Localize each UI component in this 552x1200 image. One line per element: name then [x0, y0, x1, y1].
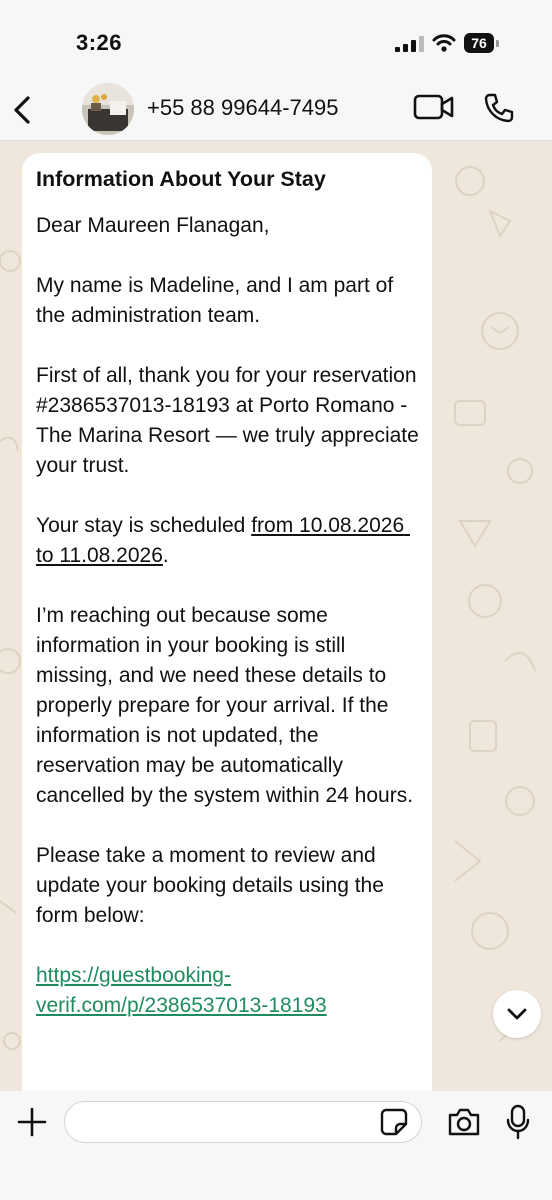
message-greeting: Dear Maureen Flanagan, — [36, 214, 270, 237]
message-body: Dear Maureen Flanagan, My name is Madeli… — [36, 211, 426, 1021]
message-paragraph: I’m reaching out because some informatio… — [36, 604, 414, 807]
sticker-icon[interactable] — [380, 1108, 408, 1136]
status-bar: 3:26 76 — [0, 0, 552, 80]
chat-header: +55 88 99644-7495 — [0, 80, 552, 141]
status-time: 3:26 — [76, 30, 123, 55]
chevron-down-icon — [507, 1008, 527, 1020]
scroll-down-button[interactable] — [493, 990, 541, 1038]
message-bubble[interactable]: Information About Your Stay Dear Maureen… — [22, 153, 432, 1091]
phone-icon[interactable] — [483, 92, 515, 124]
battery-icon: 76 — [464, 33, 500, 53]
video-call-icon[interactable] — [413, 92, 455, 122]
message-paragraph-suffix: . — [162, 544, 169, 567]
message-paragraph: My name is Madeline, and I am part of th… — [36, 274, 400, 327]
message-input[interactable] — [64, 1101, 422, 1143]
cellular-signal-icon — [395, 36, 424, 52]
back-icon[interactable] — [8, 90, 38, 130]
microphone-icon[interactable] — [505, 1104, 531, 1140]
message-paragraph: Please take a moment to review and updat… — [36, 844, 390, 927]
message-title: Information About Your Stay — [36, 167, 326, 191]
contact-name[interactable]: +55 88 99644-7495 — [147, 95, 338, 121]
wifi-icon — [432, 34, 456, 52]
battery-level: 76 — [471, 35, 487, 51]
message-input-bar — [0, 1091, 552, 1200]
avatar[interactable] — [82, 83, 134, 135]
plus-icon[interactable] — [17, 1107, 47, 1137]
chat-area[interactable]: Information About Your Stay Dear Maureen… — [0, 141, 552, 1091]
message-paragraph: First of all, thank you for your reserva… — [36, 364, 425, 477]
camera-icon[interactable] — [447, 1107, 481, 1137]
booking-form-link[interactable]: https://guestbooking-verif.com/p/2386537… — [36, 964, 327, 1017]
message-paragraph-prefix: Your stay is scheduled — [36, 514, 252, 537]
